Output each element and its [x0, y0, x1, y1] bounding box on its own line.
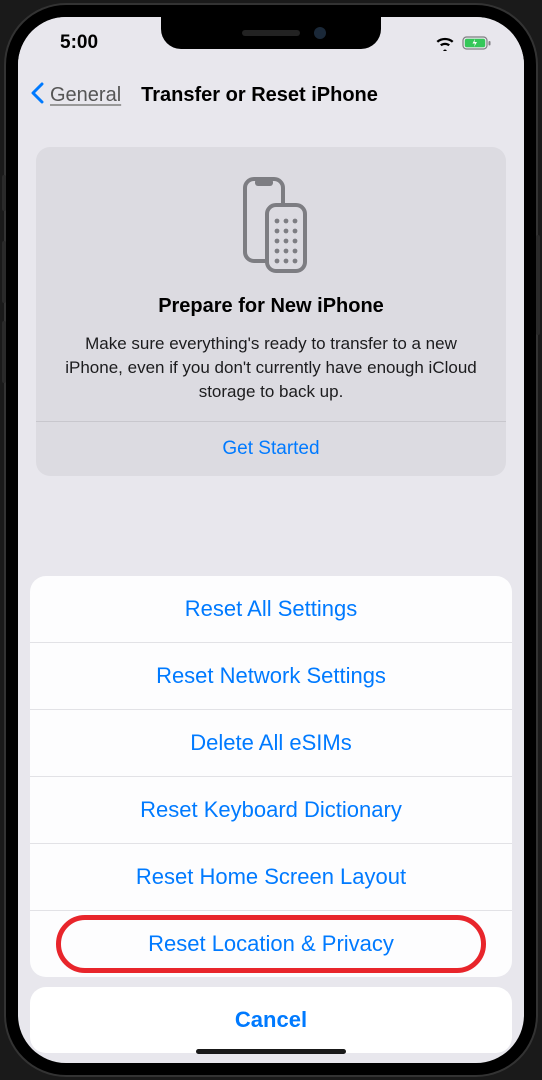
notch [161, 17, 381, 49]
reset-all-settings-button[interactable]: Reset All Settings [30, 576, 512, 643]
cancel-button[interactable]: Cancel [30, 987, 512, 1053]
prepare-card-description: Make sure everything's ready to transfer… [58, 332, 484, 403]
prepare-icon [58, 175, 484, 275]
delete-all-esims-button[interactable]: Delete All eSIMs [30, 710, 512, 777]
action-sheet-list: Reset All Settings Reset Network Setting… [30, 576, 512, 977]
reset-network-settings-button[interactable]: Reset Network Settings [30, 643, 512, 710]
wifi-icon [435, 36, 455, 51]
reset-home-screen-layout-button[interactable]: Reset Home Screen Layout [30, 844, 512, 911]
screen: 5:00 General Transfer or Reset iPhone [18, 17, 524, 1063]
nav-bar: General Transfer or Reset iPhone [18, 69, 524, 121]
iphone-frame: 5:00 General Transfer or Reset iPhone [6, 5, 536, 1075]
prepare-card: Prepare for New iPhone Make sure everyth… [36, 147, 506, 476]
status-time: 5:00 [60, 32, 98, 54]
status-icons [435, 36, 492, 51]
prepare-card-title: Prepare for New iPhone [58, 295, 484, 318]
content: Prepare for New iPhone Make sure everyth… [18, 121, 524, 476]
page-title: Transfer or Reset iPhone [141, 84, 378, 107]
home-indicator[interactable] [196, 1049, 346, 1054]
action-sheet: Reset All Settings Reset Network Setting… [18, 576, 524, 1063]
reset-location-privacy-button[interactable]: Reset Location & Privacy [30, 911, 512, 977]
back-chevron-icon[interactable] [30, 81, 44, 109]
reset-keyboard-dictionary-button[interactable]: Reset Keyboard Dictionary [30, 777, 512, 844]
get-started-button[interactable]: Get Started [58, 422, 484, 476]
back-button[interactable]: General [50, 84, 121, 107]
annotation-highlight [56, 915, 486, 973]
battery-icon [462, 36, 492, 51]
